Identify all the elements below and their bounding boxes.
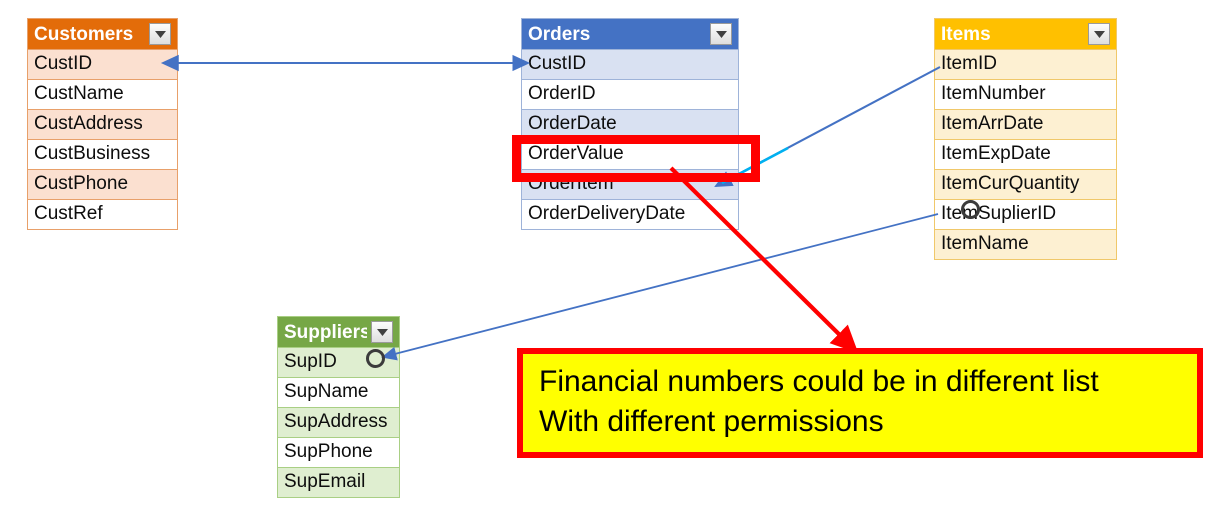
field-row[interactable]: CustPhone <box>28 169 177 199</box>
table-suppliers-header: Suppliers <box>278 317 399 347</box>
field-row[interactable]: ItemArrDate <box>935 109 1116 139</box>
callout-line-1: Financial numbers could be in different … <box>539 365 1099 398</box>
table-orders[interactable]: Orders CustID OrderID OrderDate OrderVal… <box>521 18 739 230</box>
field-row[interactable]: CustID <box>522 49 738 79</box>
field-row[interactable]: ItemExpDate <box>935 139 1116 169</box>
chevron-down-icon[interactable] <box>1088 23 1110 45</box>
table-items[interactable]: Items ItemID ItemNumber ItemArrDate Item… <box>934 18 1117 260</box>
field-row[interactable]: CustBusiness <box>28 139 177 169</box>
callout-line-2: With different permissions <box>539 405 884 438</box>
table-items-title: Items <box>941 24 991 44</box>
connector-items-suppliers <box>381 213 939 361</box>
field-row[interactable]: SupPhone <box>278 437 399 467</box>
chevron-down-icon[interactable] <box>149 23 171 45</box>
callout-note: Financial numbers could be in different … <box>517 348 1203 458</box>
cursor-ring-suppliers <box>366 349 385 368</box>
field-row[interactable]: CustAddress <box>28 109 177 139</box>
table-items-header: Items <box>935 19 1116 49</box>
field-row[interactable]: ItemID <box>935 49 1116 79</box>
table-suppliers[interactable]: Suppliers SupID SupName SupAddress SupPh… <box>277 316 400 498</box>
field-row[interactable]: SupEmail <box>278 467 399 497</box>
table-customers-header: Customers <box>28 19 177 49</box>
field-row[interactable]: ItemCurQuantity <box>935 169 1116 199</box>
field-row[interactable]: SupName <box>278 377 399 407</box>
field-row[interactable]: ItemNumber <box>935 79 1116 109</box>
field-row[interactable]: CustName <box>28 79 177 109</box>
highlight-box-ordervalue <box>512 135 760 182</box>
field-row[interactable]: ItemName <box>935 229 1116 259</box>
field-row[interactable]: CustRef <box>28 199 177 229</box>
table-suppliers-title: Suppliers <box>284 322 367 342</box>
diagram-canvas: Customers CustID CustName CustAddress Cu… <box>0 0 1205 511</box>
cursor-ring-items <box>961 200 980 219</box>
field-row[interactable]: SupAddress <box>278 407 399 437</box>
field-row[interactable]: CustID <box>28 49 177 79</box>
field-row[interactable]: OrderID <box>522 79 738 109</box>
table-customers-title: Customers <box>34 24 134 44</box>
table-customers[interactable]: Customers CustID CustName CustAddress Cu… <box>27 18 178 230</box>
field-row[interactable]: OrderDeliveryDate <box>522 199 738 229</box>
table-orders-header: Orders <box>522 19 738 49</box>
chevron-down-icon[interactable] <box>710 23 732 45</box>
table-orders-title: Orders <box>528 24 591 44</box>
chevron-down-icon[interactable] <box>371 321 393 343</box>
